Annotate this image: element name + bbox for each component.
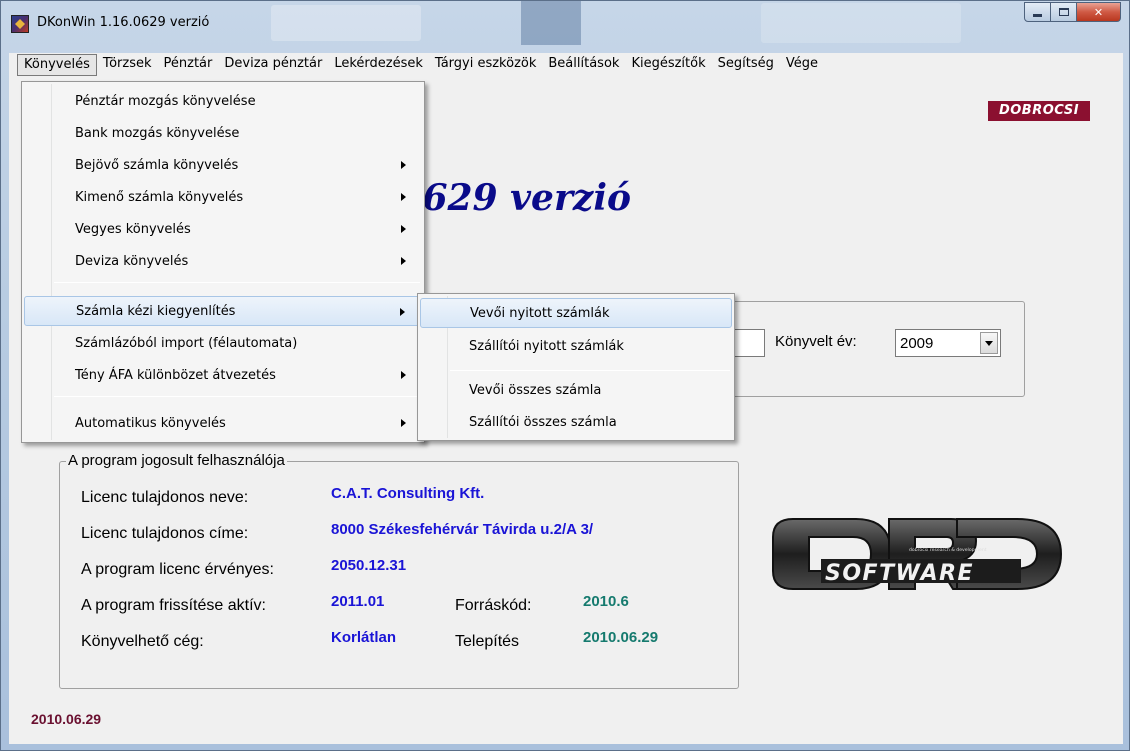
update-active-value: 2011.01 (331, 593, 385, 610)
source-code-value: 2010.6 (583, 593, 629, 610)
dropdown-button[interactable] (980, 332, 998, 354)
menu-item-label: Számlázóból import (félautomata) (75, 335, 298, 351)
maximize-button[interactable] (1051, 2, 1077, 22)
submenu-arrow-icon (401, 193, 406, 201)
close-button[interactable]: ✕ (1077, 2, 1121, 22)
year-select-value: 2009 (900, 334, 934, 352)
szamla-kezi-kiegyenlites-submenu: Vevői nyitott számlák Szállítói nyitott … (417, 293, 735, 441)
maximize-icon (1058, 8, 1069, 16)
menu-item-label: Számla kézi kiegyenlítés (76, 303, 236, 319)
app-window: DKonWin 1.16.0629 verzió ✕ Könyvelés Tör… (0, 0, 1130, 751)
menu-item-szamlazo-import[interactable]: Számlázóból import (félautomata) (24, 328, 422, 358)
menu-lekerdezesek[interactable]: Lekérdezések (328, 54, 429, 76)
menu-item-automatikus-konyveles[interactable]: Automatikus könyvelés (24, 408, 422, 438)
license-valid-label: A program licenc érvényes: (81, 561, 274, 578)
menu-item-bejovo-szamla[interactable]: Bejövő számla könyvelés (24, 150, 422, 180)
owner-address-label: Licenc tulajdonos címe: (81, 525, 249, 542)
menu-item-label: Pénztár mozgás könyvelése (75, 93, 256, 109)
menu-item-teny-afa[interactable]: Tény ÁFA különbözet átvezetés (24, 360, 422, 390)
install-value: 2010.06.29 (583, 629, 659, 646)
background-blur (521, 1, 581, 45)
year-label: Könyvelt év: (775, 333, 857, 350)
menu-beallitasok[interactable]: Beállítások (542, 54, 625, 76)
menu-torzsek[interactable]: Törzsek (97, 54, 158, 76)
window-title: DKonWin 1.16.0629 verzió (37, 15, 210, 30)
menu-item-bank-mozgas[interactable]: Bank mozgás könyvelése (24, 118, 422, 148)
menu-item-label: Vevői összes számla (469, 383, 602, 398)
submenu-arrow-icon (401, 225, 406, 233)
menu-item-vegyes[interactable]: Vegyes könyvelés (24, 214, 422, 244)
submenu-arrow-icon (401, 161, 406, 169)
app-icon[interactable] (11, 15, 29, 33)
menu-item-label: Deviza könyvelés (75, 253, 189, 269)
submenu-arrow-icon (401, 371, 406, 379)
submenu-arrow-icon (400, 308, 405, 316)
menu-separator (54, 396, 420, 397)
background-blur (271, 5, 421, 41)
owner-name-label: Licenc tulajdonos neve: (81, 489, 249, 506)
menu-item-label: Vevői nyitott számlák (470, 306, 610, 321)
submenu-item-vevoi-nyitott[interactable]: Vevői nyitott számlák (420, 298, 732, 328)
owner-address-value: 8000 Székesfehérvár Távirda u.2/A 3/ (331, 521, 594, 538)
submenu-item-szallitoi-nyitott[interactable]: Szállítói nyitott számlák (420, 332, 732, 362)
drd-software-logo: dobrocsi research & development SOFTWARE (772, 518, 1063, 590)
menu-item-kimeno-szamla[interactable]: Kimenő számla könyvelés (24, 182, 422, 212)
menu-segitseg[interactable]: Segítség (712, 54, 780, 76)
background-blur (761, 3, 961, 43)
license-legend: A program jogosult felhasználója (66, 452, 287, 469)
close-icon: ✕ (1093, 5, 1104, 19)
submenu-item-szallitoi-osszes[interactable]: Szállítói összes számla (420, 408, 732, 438)
konyveles-dropdown: Pénztár mozgás könyvelése Bank mozgás kö… (21, 81, 425, 443)
menu-separator (54, 282, 420, 283)
caption-buttons: ✕ (1024, 2, 1121, 22)
menu-targyi-eszkozok[interactable]: Tárgyi eszközök (429, 54, 542, 76)
menu-item-deviza[interactable]: Deviza könyvelés (24, 246, 422, 276)
chevron-down-icon (985, 340, 993, 346)
menu-penztar[interactable]: Pénztár (158, 54, 219, 76)
menu-bar: Könyvelés Törzsek Pénztár Deviza pénztár… (9, 53, 1123, 77)
menu-konyveles[interactable]: Könyvelés (17, 54, 97, 76)
title-bar[interactable]: DKonWin 1.16.0629 verzió ✕ (1, 1, 1129, 53)
menu-item-label: Vegyes könyvelés (75, 221, 191, 237)
menu-item-label: Automatikus könyvelés (75, 415, 226, 431)
minimize-icon (1033, 13, 1042, 17)
submenu-arrow-icon (401, 419, 406, 427)
menu-kiegeszitok[interactable]: Kiegészítők (625, 54, 711, 76)
install-label: Telepítés (455, 633, 520, 650)
source-code-label: Forráskód: (455, 597, 532, 614)
logo-tagline: dobrocsi research & development (909, 547, 987, 553)
menu-deviza-penztar[interactable]: Deviza pénztár (218, 54, 328, 76)
menu-separator (450, 370, 730, 371)
submenu-arrow-icon (401, 257, 406, 265)
menu-item-penztar-mozgas[interactable]: Pénztár mozgás könyvelése (24, 86, 422, 116)
menu-item-label: Kimenő számla könyvelés (75, 189, 244, 205)
owner-name-value: C.A.T. Consulting Kft. (331, 485, 485, 502)
menu-item-label: Szállítói összes számla (469, 415, 617, 430)
menu-item-label: Bank mozgás könyvelése (75, 125, 240, 141)
brand-badge: DOBROCSI (988, 101, 1090, 121)
menu-item-label: Szállítói nyitott számlák (469, 339, 624, 354)
footer-date: 2010.06.29 (31, 711, 102, 727)
year-select[interactable]: 2009 (895, 329, 1001, 357)
company-label: Könyvelhető cég: (81, 633, 204, 650)
menu-item-label: Bejövő számla könyvelés (75, 157, 239, 173)
update-active-label: A program frissítése aktív: (81, 597, 266, 614)
menu-item-szamla-kezi-kiegyenlites[interactable]: Számla kézi kiegyenlítés (24, 296, 422, 326)
menu-vege[interactable]: Vége (780, 54, 824, 76)
menu-item-label: Tény ÁFA különbözet átvezetés (75, 367, 276, 383)
company-value: Korlátlan (331, 629, 397, 646)
license-valid-value: 2050.12.31 (331, 557, 407, 574)
minimize-button[interactable] (1024, 2, 1051, 22)
submenu-item-vevoi-osszes[interactable]: Vevői összes számla (420, 376, 732, 406)
logo-software-text: SOFTWARE (825, 561, 974, 586)
